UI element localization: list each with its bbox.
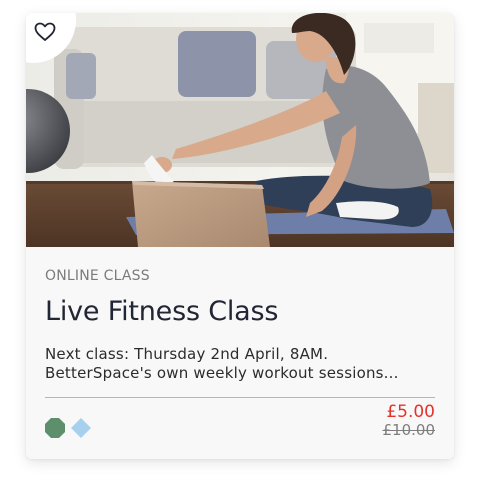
class-card[interactable]: ONLINE CLASS Live Fitness Class Next cla…: [26, 13, 454, 459]
class-title[interactable]: Live Fitness Class: [45, 296, 278, 327]
price-original: £10.00: [382, 421, 436, 439]
hero-image: [26, 13, 454, 247]
octagon-icon[interactable]: [45, 418, 65, 442]
diamond-icon[interactable]: [71, 418, 91, 442]
class-description: Next class: Thursday 2nd April, 8AM. Bet…: [45, 345, 437, 383]
description-line-1: Next class: Thursday 2nd April, 8AM.: [45, 345, 329, 363]
divider: [45, 397, 435, 398]
description-line-2: BetterSpace's own weekly workout session…: [45, 364, 399, 382]
price-current: £5.00: [386, 402, 435, 422]
price-block: £5.00 £10.00: [383, 402, 436, 438]
heart-outline-icon: [34, 22, 56, 41]
class-type-label: ONLINE CLASS: [45, 268, 150, 284]
